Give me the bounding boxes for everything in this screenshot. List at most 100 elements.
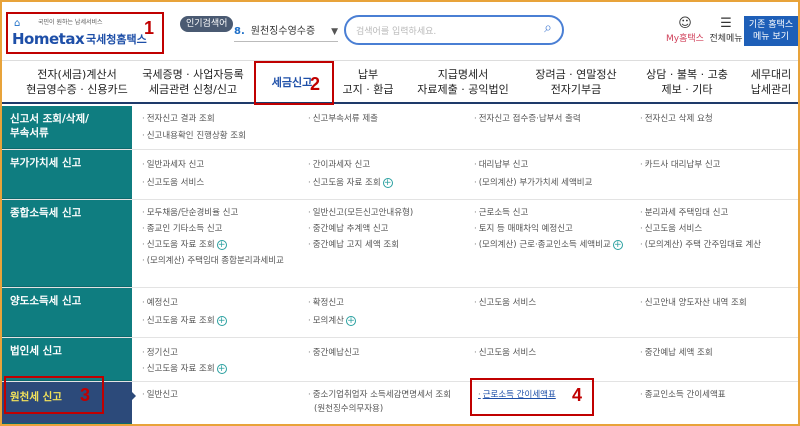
menu-link[interactable]: · 토지 등 매매차익 예정신고 xyxy=(474,222,573,237)
menu-link[interactable]: · 신고도움 자료 조회 + xyxy=(142,362,227,377)
menu-link[interactable]: · 예정신고 xyxy=(142,296,178,311)
all-menu-button[interactable]: ☰ 전체메뉴 xyxy=(708,16,744,44)
category-corporate-tax[interactable]: 법인세 신고 xyxy=(2,338,132,381)
category-label: 법인세 신고 xyxy=(10,345,62,357)
menu-link[interactable]: · 모두채움/단순경비율 신고 xyxy=(142,206,238,221)
search-placeholder: 검색어를 입력하세요. xyxy=(356,27,437,37)
menu-link[interactable]: · 중간예납 추계액 신고 xyxy=(308,222,389,237)
menu-link[interactable]: · 전자신고 삭제 요청 xyxy=(640,112,713,127)
menu-link[interactable]: · 확정신고 xyxy=(308,296,344,311)
plus-icon[interactable]: + xyxy=(216,315,227,326)
popular-search-select[interactable]: 8. 원천징수영수증 ▼ xyxy=(234,22,338,42)
nav-tax-agent[interactable]: 세무대리 납세관리 xyxy=(744,67,798,97)
nav-label: 전자(세금)계산서 xyxy=(37,68,117,81)
chevron-down-icon[interactable]: ▼ xyxy=(331,22,338,42)
menu-link[interactable]: · 종교인소득 간이세액표 xyxy=(640,388,726,403)
hamburger-icon: ☰ xyxy=(720,16,732,31)
menu-link[interactable]: · 근로소득 신고 xyxy=(474,206,528,221)
menu-link[interactable]: · 중간예납신고 xyxy=(308,346,360,361)
menu-link[interactable]: · 신고도움 자료 조회 + xyxy=(142,238,227,253)
menu-link[interactable]: · (모의계산) 주택 간주임대료 계산 xyxy=(640,238,761,253)
menu-link[interactable]: · 전자신고 접수증·납부서 출력 xyxy=(474,112,581,127)
nav-label: 세금관련 신청/신고 xyxy=(148,83,238,96)
menu-link[interactable]: · 정기신고 xyxy=(142,346,178,361)
my-hometax-button[interactable]: ☺ My홈택스 xyxy=(664,16,706,44)
menu-link[interactable]: · 신고도움 서비스 xyxy=(474,346,536,361)
search-icon[interactable]: ⌕ xyxy=(544,20,552,36)
category-label: 양도소득세 신고 xyxy=(10,295,82,307)
menu-link[interactable]: · 신고내용확인 진행상황 조회 xyxy=(142,129,246,144)
nav-label: 지급명세서 xyxy=(437,68,489,81)
selected-category-arrow xyxy=(130,390,136,402)
nav-consulting[interactable]: 상담 · 불복 · 고충 제보 · 기타 xyxy=(638,67,736,97)
menu-row-filing-lookup: 신고서 조회/삭제/ 부속서류 · 전자신고 결과 조회 · 신고부속서류 제출 ·… xyxy=(2,106,798,150)
popular-term: 원천징수영수증 xyxy=(250,26,316,37)
category-income-tax[interactable]: 종합소득세 신고 xyxy=(2,200,132,287)
menu-link[interactable]: · 종교인 기타소득 신고 xyxy=(142,222,223,237)
nav-label: 납세관리 xyxy=(750,83,792,96)
menu-link[interactable]: · 일반신고(모든신고안내유형) xyxy=(308,206,413,221)
hometax-logo[interactable]: ⌂ 국민이 원하는 납세서비스 Hometax 국세청홈택스 xyxy=(6,12,164,54)
menu-link[interactable]: · 신고부속서류 제출 xyxy=(308,112,378,127)
menu-link[interactable]: · 카드사 대리납부 신고 xyxy=(640,158,721,173)
menu-link[interactable]: · (모의계산) 부가가치세 세액비교 xyxy=(474,176,592,191)
popular-rank: 8. xyxy=(234,26,245,37)
nav-label: 자료제출 · 공익법인 xyxy=(417,83,509,96)
my-hometax-label: My홈택스 xyxy=(666,34,704,44)
category-transfer-tax[interactable]: 양도소득세 신고 xyxy=(2,288,132,337)
menu-link-sub: (원천징수의무자용) xyxy=(314,404,384,414)
menu-link[interactable]: · 전자신고 결과 조회 xyxy=(142,112,215,127)
popular-search-badge: 인기검색어 xyxy=(180,16,234,32)
nav-payment-statement[interactable]: 지급명세서 자료제출 · 공익법인 xyxy=(414,67,512,97)
plus-icon[interactable]: + xyxy=(612,239,623,250)
menu-link[interactable]: · 신고도움 서비스 xyxy=(474,296,536,311)
menu-link[interactable]: · (모의계산) 주택임대 종합분리과세비교 xyxy=(142,254,284,269)
menu-link[interactable]: · 신고도움 자료 조회 + xyxy=(142,314,227,329)
category-label: 부속서류 xyxy=(10,127,49,139)
menu-link[interactable]: · 일반신고 xyxy=(142,388,178,403)
menu-link[interactable]: · 간이과세자 신고 xyxy=(308,158,370,173)
nav-payment[interactable]: 납부 고지 · 환급 xyxy=(338,67,398,97)
annotation-3: 3 xyxy=(80,385,91,405)
plus-icon[interactable]: + xyxy=(216,363,227,374)
menu-link[interactable]: · 모의계산 + xyxy=(308,314,356,329)
menu-link[interactable]: · 중간예납 세액 조회 xyxy=(640,346,713,361)
header: ⌂ 국민이 원하는 납세서비스 Hometax 국세청홈택스 1 인기검색어 8… xyxy=(2,2,798,60)
logo-tagline: 국민이 원하는 납세서비스 xyxy=(38,19,103,26)
menu-link[interactable]: · 중소기업취업자 소득세감면명세서 조회 xyxy=(308,388,451,403)
logo-text: Hometax xyxy=(12,30,85,48)
menu-link[interactable]: · 분리과세 주택임대 신고 xyxy=(640,206,728,221)
menu-row-income-tax: 종합소득세 신고 · 모두채움/단순경비율 신고 · 일반신고(모든신고안내유형) … xyxy=(2,200,798,288)
highlight-box-tax-filing xyxy=(254,61,334,105)
nav-label: 고지 · 환급 xyxy=(342,83,394,96)
nav-e-invoice[interactable]: 전자(세금)계산서 현금영수증 · 신용카드 xyxy=(22,67,132,97)
plus-icon[interactable]: + xyxy=(216,239,227,250)
menu-link[interactable]: · 신고안내 양도자산 내역 조회 xyxy=(640,296,747,311)
search-input[interactable]: 검색어를 입력하세요. ⌕ xyxy=(344,15,564,45)
category-vat[interactable]: 부가가치세 신고 xyxy=(2,150,132,199)
category-filing-lookup[interactable]: 신고서 조회/삭제/ 부속서류 xyxy=(2,106,132,149)
plus-icon[interactable]: + xyxy=(382,177,393,188)
menu-link[interactable]: · 신고도움 서비스 xyxy=(640,222,702,237)
category-label: 신고서 조회/삭제/ xyxy=(10,113,89,125)
annotation-1: 1 xyxy=(144,18,155,38)
nav-label: 장려금 · 연말정산 xyxy=(535,68,617,81)
menu-link[interactable]: · 신고도움 자료 조회 + xyxy=(308,176,393,191)
nav-label: 상담 · 불복 · 고충 xyxy=(646,68,728,81)
logo-korean: 국세청홈택스 xyxy=(86,33,147,46)
menu-link[interactable]: · 일반과세자 신고 xyxy=(142,158,204,173)
menu-link[interactable]: · 중간예납 고지 세액 조회 xyxy=(308,238,399,253)
menu-row-corporate-tax: 법인세 신고 · 정기신고 · 중간예납신고 · 신고도움 서비스 · 중간예납 세액 … xyxy=(2,338,798,382)
menu-link[interactable]: · 신고도움 서비스 xyxy=(142,176,204,191)
menu-link[interactable]: · (모의계산) 근로·종교인소득 세액비교 + xyxy=(474,238,623,253)
nav-year-end[interactable]: 장려금 · 연말정산 전자기부금 xyxy=(524,67,628,97)
nav-label: 납부 xyxy=(357,68,379,81)
plus-icon[interactable]: + xyxy=(345,315,356,326)
annotation-4: 4 xyxy=(572,385,583,405)
menu-row-transfer-tax: 양도소득세 신고 · 예정신고 · 확정신고 · 신고도움 서비스 · 신고안내 양도자… xyxy=(2,288,798,338)
all-menu-label: 전체메뉴 xyxy=(709,34,743,44)
menu-row-vat: 부가가치세 신고 · 일반과세자 신고 · 간이과세자 신고 · 대리납부 신고 · 카… xyxy=(2,150,798,200)
nav-certificates[interactable]: 국세증명 · 사업자등록 세금관련 신청/신고 xyxy=(138,67,248,97)
menu-link[interactable]: · 대리납부 신고 xyxy=(474,158,528,173)
legacy-menu-button[interactable]: 기존 홈택스 메뉴 보기 xyxy=(744,16,798,46)
